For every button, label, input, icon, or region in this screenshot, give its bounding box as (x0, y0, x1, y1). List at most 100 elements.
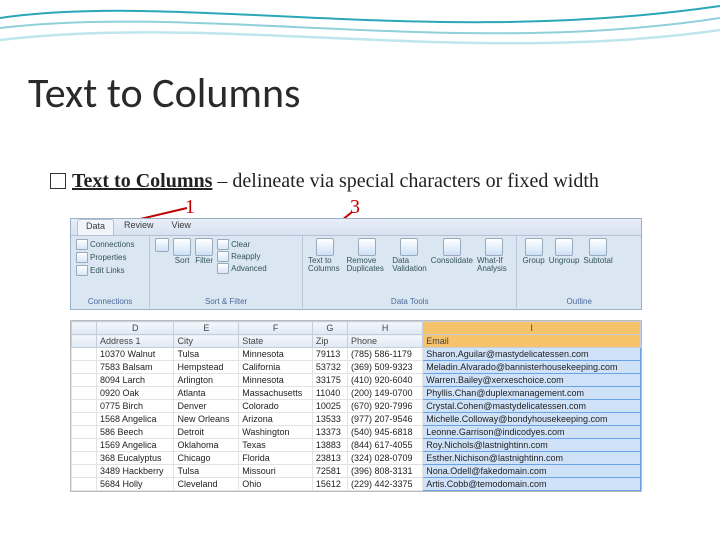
cell[interactable]: 1569 Angelica (97, 439, 174, 452)
cell[interactable]: Detroit (174, 426, 239, 439)
cell[interactable]: 8094 Larch (97, 374, 174, 387)
cell[interactable]: 11040 (312, 387, 347, 400)
row-num[interactable] (72, 478, 97, 491)
cell[interactable]: Ohio (239, 478, 313, 491)
cell[interactable]: Meladin.Alvarado@bannisterhousekeeping.c… (423, 361, 641, 374)
hdr-email[interactable]: Email (423, 335, 641, 348)
row-num[interactable] (72, 426, 97, 439)
cell[interactable]: Denver (174, 400, 239, 413)
cell[interactable]: Colorado (239, 400, 313, 413)
col-D[interactable]: D (97, 322, 174, 335)
cell[interactable]: Tulsa (174, 348, 239, 361)
btn-group[interactable]: Group (522, 238, 544, 265)
row-num[interactable] (72, 348, 97, 361)
btn-data-validation[interactable]: Data Validation (392, 238, 427, 273)
cell[interactable]: Artis.Cobb@temodomain.com (423, 478, 641, 491)
hdr-phone[interactable]: Phone (348, 335, 423, 348)
btn-whatif[interactable]: What-If Analysis (477, 238, 511, 273)
btn-filter[interactable]: Filter (195, 238, 213, 265)
cell[interactable]: Arlington (174, 374, 239, 387)
cell[interactable]: 586 Beech (97, 426, 174, 439)
cell[interactable]: Cleveland (174, 478, 239, 491)
cell[interactable]: 7583 Balsam (97, 361, 174, 374)
cell[interactable]: 1568 Angelica (97, 413, 174, 426)
cell[interactable]: Tulsa (174, 465, 239, 478)
cell[interactable]: California (239, 361, 313, 374)
cell[interactable]: Esther.Nichison@lastnightinn.com (423, 452, 641, 465)
row-num[interactable] (72, 400, 97, 413)
cell[interactable]: Oklahoma (174, 439, 239, 452)
cell[interactable]: Nona.Odell@fakedomain.com (423, 465, 641, 478)
cell[interactable]: 72581 (312, 465, 347, 478)
row-num[interactable] (72, 335, 97, 348)
cell[interactable]: (396) 808-3131 (348, 465, 423, 478)
btn-properties[interactable]: Properties (76, 252, 144, 263)
btn-sort[interactable]: Sort (173, 238, 191, 265)
row-num[interactable] (72, 452, 97, 465)
cell[interactable]: Florida (239, 452, 313, 465)
hdr-zip[interactable]: Zip (312, 335, 347, 348)
cell[interactable]: (540) 945-6818 (348, 426, 423, 439)
cell[interactable]: 10370 Walnut (97, 348, 174, 361)
hdr-city[interactable]: City (174, 335, 239, 348)
btn-clear[interactable]: Clear (217, 239, 267, 250)
cell[interactable]: Missouri (239, 465, 313, 478)
cell[interactable]: 13883 (312, 439, 347, 452)
tab-data[interactable]: Data (77, 219, 114, 235)
cell[interactable]: 15612 (312, 478, 347, 491)
corner-cell[interactable] (72, 322, 97, 335)
col-H[interactable]: H (348, 322, 423, 335)
cell[interactable]: 0920 Oak (97, 387, 174, 400)
cell[interactable]: 53732 (312, 361, 347, 374)
cell[interactable]: 79113 (312, 348, 347, 361)
cell[interactable]: (410) 920-6040 (348, 374, 423, 387)
btn-sort-az[interactable] (155, 238, 169, 252)
cell[interactable]: Washington (239, 426, 313, 439)
cell[interactable]: Michelle.Colloway@bondyhousekeeping.com (423, 413, 641, 426)
cell[interactable]: 368 Eucalyptus (97, 452, 174, 465)
cell[interactable]: Crystal.Cohen@mastydelicatessen.com (423, 400, 641, 413)
col-G[interactable]: G (312, 322, 347, 335)
cell[interactable]: 33175 (312, 374, 347, 387)
row-num[interactable] (72, 374, 97, 387)
cell[interactable]: (229) 442-3375 (348, 478, 423, 491)
cell[interactable]: Chicago (174, 452, 239, 465)
cell[interactable]: 13533 (312, 413, 347, 426)
cell[interactable]: Minnesota (239, 374, 313, 387)
btn-consolidate[interactable]: Consolidate (431, 238, 473, 265)
cell[interactable]: Texas (239, 439, 313, 452)
cell[interactable]: (844) 617-4055 (348, 439, 423, 452)
tab-review[interactable]: Review (116, 219, 162, 235)
cell[interactable]: New Orleans (174, 413, 239, 426)
cell[interactable]: (670) 920-7996 (348, 400, 423, 413)
btn-text-to-columns[interactable]: Text to Columns (308, 238, 342, 273)
row-num[interactable] (72, 413, 97, 426)
cell[interactable]: Roy.Nichols@lastnightinn.com (423, 439, 641, 452)
row-num[interactable] (72, 361, 97, 374)
cell[interactable]: 13373 (312, 426, 347, 439)
col-F[interactable]: F (239, 322, 313, 335)
cell[interactable]: Sharon.Aguilar@mastydelicatessen.com (423, 348, 641, 361)
hdr-state[interactable]: State (239, 335, 313, 348)
cell[interactable]: Massachusetts (239, 387, 313, 400)
row-num[interactable] (72, 439, 97, 452)
cell[interactable]: 3489 Hackberry (97, 465, 174, 478)
cell[interactable]: (785) 586-1179 (348, 348, 423, 361)
col-I[interactable]: I (423, 322, 641, 335)
row-num[interactable] (72, 465, 97, 478)
btn-remove-duplicates[interactable]: Remove Duplicates (347, 238, 389, 273)
cell[interactable]: 5684 Holly (97, 478, 174, 491)
cell[interactable]: (369) 509-9323 (348, 361, 423, 374)
tab-view[interactable]: View (164, 219, 199, 235)
col-E[interactable]: E (174, 322, 239, 335)
cell[interactable]: 23813 (312, 452, 347, 465)
cell[interactable]: Phyllis.Chan@duplexmanagement.com (423, 387, 641, 400)
btn-reapply[interactable]: Reapply (217, 251, 267, 262)
cell[interactable]: Arizona (239, 413, 313, 426)
cell[interactable]: Leonne.Garrison@indicodyes.com (423, 426, 641, 439)
hdr-address[interactable]: Address 1 (97, 335, 174, 348)
cell[interactable]: Atlanta (174, 387, 239, 400)
cell[interactable]: Hempstead (174, 361, 239, 374)
btn-connections[interactable]: Connections (76, 239, 144, 250)
btn-edit-links[interactable]: Edit Links (76, 265, 144, 276)
